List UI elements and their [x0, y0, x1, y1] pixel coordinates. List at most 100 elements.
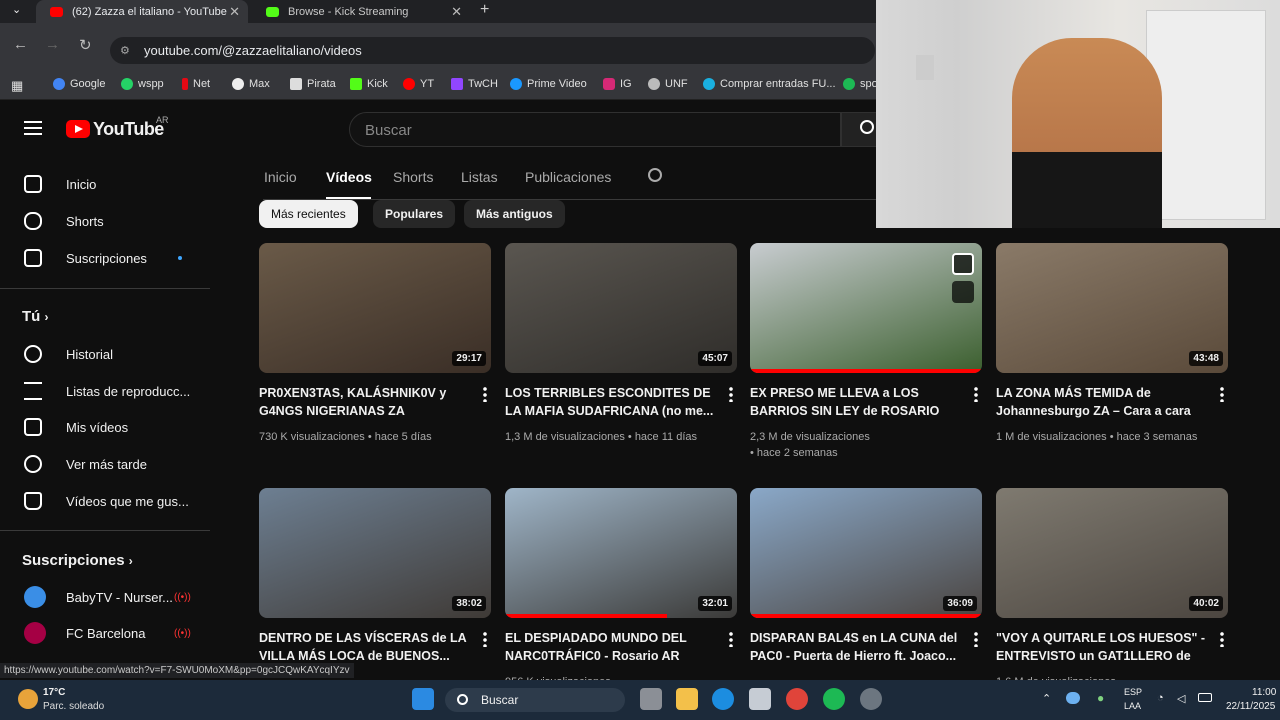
- chip-populares[interactable]: Populares: [373, 200, 456, 228]
- more-options-icon[interactable]: [974, 386, 978, 402]
- sidebar-item-historial[interactable]: Historial: [24, 344, 214, 364]
- address-bar[interactable]: ⚙ youtube.com/@zazzaelitaliano/videos: [110, 37, 875, 64]
- tab-shorts[interactable]: Shorts: [393, 169, 433, 185]
- more-options-icon[interactable]: [483, 631, 487, 647]
- more-options-icon[interactable]: [1220, 386, 1224, 402]
- video-card[interactable]: 43:48 LA ZONA MÁS TEMIDA de Johannesburg…: [996, 243, 1228, 443]
- app-icon[interactable]: [860, 688, 882, 710]
- search-input[interactable]: Buscar: [349, 112, 841, 147]
- bookmark-kick[interactable]: Kick: [350, 78, 388, 90]
- more-options-icon[interactable]: [483, 386, 487, 402]
- sidebar-item-inicio[interactable]: Inicio: [24, 174, 214, 194]
- reload-icon[interactable]: ↻: [79, 36, 92, 54]
- chevron-up-icon[interactable]: ⌃: [1042, 692, 1051, 705]
- back-icon[interactable]: ←: [13, 36, 28, 53]
- weather-icon[interactable]: [18, 689, 38, 709]
- tab-publicaciones[interactable]: Publicaciones: [525, 169, 611, 185]
- video-thumbnail[interactable]: 43:48: [996, 243, 1228, 373]
- lang-layout[interactable]: LAA: [1124, 701, 1141, 711]
- sidebar-item-mis-videos[interactable]: Mis vídeos: [24, 417, 214, 437]
- volume-icon[interactable]: ◁: [1177, 692, 1185, 705]
- video-card[interactable]: 40:02 "VOY A QUITARLE LOS HUESOS" - ENTR…: [996, 488, 1228, 688]
- bookmark-twch[interactable]: TwCH: [451, 78, 498, 90]
- video-card[interactable]: 32:01 EL DESPIADADO MUNDO DEL NARC0TRÁFI…: [505, 488, 737, 688]
- video-title[interactable]: PR0XEN3TAS, KALÁSHNIK0V y G4NGS NIGERIAN…: [259, 384, 469, 420]
- video-thumbnail[interactable]: 29:17: [259, 243, 491, 373]
- onedrive-icon[interactable]: [1066, 692, 1080, 704]
- battery-icon[interactable]: [1198, 693, 1212, 702]
- clock-date[interactable]: 22/11/2025: [1226, 701, 1275, 712]
- forward-icon[interactable]: →: [45, 36, 60, 53]
- sidebar-subs-header[interactable]: Suscripciones ›: [22, 552, 133, 569]
- close-icon[interactable]: ✕: [229, 4, 240, 20]
- sidebar-sub-fcb[interactable]: FC Barcelona ((•)): [24, 622, 214, 644]
- windows-start-icon[interactable]: [412, 688, 434, 710]
- video-card[interactable]: 36:09 DISPARAN BAL4S en LA CUNA del PAC0…: [750, 488, 982, 688]
- new-tab-icon[interactable]: +: [480, 1, 489, 19]
- bookmark-google[interactable]: Google: [53, 78, 105, 90]
- more-options-icon[interactable]: [974, 631, 978, 647]
- bookmark-prime[interactable]: Prime Video: [510, 78, 587, 90]
- sidebar-you-header[interactable]: Tú ›: [22, 308, 49, 325]
- clock-time[interactable]: 11:00: [1252, 687, 1276, 698]
- store-icon[interactable]: [749, 688, 771, 710]
- video-title[interactable]: EL DESPIADADO MUNDO DEL NARC0TRÁFIC0 - R…: [505, 629, 715, 665]
- bookmark-ig[interactable]: IG: [603, 78, 632, 90]
- video-title[interactable]: DISPARAN BAL4S en LA CUNA del PAC0 - Pue…: [750, 629, 960, 665]
- bookmark-wspp[interactable]: wspp: [121, 78, 164, 90]
- bookmark-entradas[interactable]: Comprar entradas FU...: [703, 78, 836, 90]
- close-icon[interactable]: ✕: [451, 4, 462, 20]
- chrome-icon[interactable]: [786, 688, 808, 710]
- chip-recientes[interactable]: Más recientes: [259, 200, 358, 228]
- tab-youtube[interactable]: (62) Zazza el italiano - YouTube ✕: [36, 0, 248, 23]
- lang-label[interactable]: ESP: [1124, 687, 1142, 697]
- tab-inicio[interactable]: Inicio: [264, 169, 297, 185]
- spotify-icon[interactable]: [823, 688, 845, 710]
- video-card[interactable]: 45:07 LOS TERRIBLES ESCONDITES DE LA MAF…: [505, 243, 737, 443]
- sidebar-item-ver-mas-tarde[interactable]: Ver más tarde: [24, 454, 214, 474]
- more-options-icon[interactable]: [729, 386, 733, 402]
- menu-icon[interactable]: [24, 121, 42, 135]
- video-title[interactable]: DENTRO DE LAS VÍSCERAS de LA VILLA MÁS L…: [259, 629, 469, 665]
- video-thumbnail[interactable]: 45:07: [505, 243, 737, 373]
- bookmark-pirata[interactable]: Pirata: [290, 78, 336, 90]
- add-to-queue-icon[interactable]: [952, 281, 974, 303]
- video-title[interactable]: "VOY A QUITARLE LOS HUESOS" - ENTREVISTO…: [996, 629, 1206, 665]
- apps-icon[interactable]: ▦: [11, 78, 23, 94]
- video-card[interactable]: 38:02 DENTRO DE LAS VÍSCERAS de LA VILLA…: [259, 488, 491, 688]
- edge-icon[interactable]: [712, 688, 734, 710]
- tab-listas[interactable]: Listas: [461, 169, 498, 185]
- taskbar-search[interactable]: Buscar: [445, 688, 625, 712]
- video-thumbnail[interactable]: 38:02: [259, 488, 491, 618]
- bookmark-max[interactable]: Max: [232, 78, 270, 90]
- bookmark-spotify[interactable]: spo: [843, 78, 878, 90]
- wifi-icon[interactable]: ◔: [1157, 692, 1164, 704]
- sidebar-item-shorts[interactable]: Shorts: [24, 211, 214, 231]
- video-title[interactable]: LA ZONA MÁS TEMIDA de Johannesburgo ZA –…: [996, 384, 1206, 420]
- tab-list-icon[interactable]: ⌄: [12, 3, 21, 16]
- video-thumbnail[interactable]: 40:02: [996, 488, 1228, 618]
- channel-search-icon[interactable]: [648, 168, 662, 182]
- youtube-logo-icon[interactable]: [66, 120, 90, 138]
- tab-kick[interactable]: Browse - Kick Streaming ✕: [252, 0, 470, 23]
- video-title[interactable]: LOS TERRIBLES ESCONDITES DE LA MAFIA SUD…: [505, 384, 715, 420]
- more-options-icon[interactable]: [729, 631, 733, 647]
- sidebar-item-listas[interactable]: Listas de reproducc...: [24, 381, 214, 401]
- watch-later-icon[interactable]: [952, 253, 974, 275]
- search-button[interactable]: [841, 112, 881, 147]
- youtube-logo[interactable]: YouTube: [93, 119, 164, 140]
- site-info-icon[interactable]: ⚙: [120, 44, 130, 57]
- video-thumbnail[interactable]: 36:09: [750, 488, 982, 618]
- sidebar-item-liked[interactable]: Vídeos que me gus...: [24, 491, 214, 511]
- video-thumbnail[interactable]: 32:01: [505, 488, 737, 618]
- bookmark-unf[interactable]: UNF: [648, 78, 688, 90]
- video-thumbnail[interactable]: [750, 243, 982, 373]
- tab-videos[interactable]: Vídeos: [326, 169, 372, 185]
- task-view-icon[interactable]: [640, 688, 662, 710]
- sidebar-sub-babytv[interactable]: BabyTV - Nurser... ((•)): [24, 586, 214, 608]
- more-options-icon[interactable]: [1220, 631, 1224, 647]
- sidebar-item-suscripciones[interactable]: Suscripciones: [24, 248, 214, 268]
- video-card[interactable]: 29:17 PR0XEN3TAS, KALÁSHNIK0V y G4NGS NI…: [259, 243, 491, 443]
- file-explorer-icon[interactable]: [676, 688, 698, 710]
- video-title[interactable]: EX PRESO ME LLEVA a LOS BARRIOS SIN LEY …: [750, 384, 960, 420]
